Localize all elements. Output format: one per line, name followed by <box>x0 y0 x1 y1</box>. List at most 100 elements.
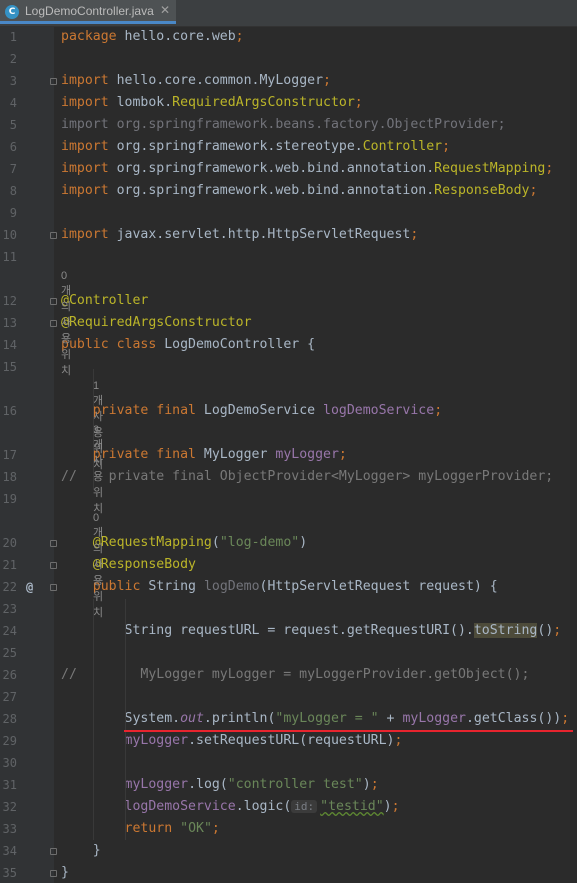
usage-hint[interactable]: 0개의 사용위치 <box>61 270 71 378</box>
fold-marker-icon[interactable] <box>50 232 57 239</box>
code-token: ; <box>561 711 570 726</box>
code-token: @ResponseBody <box>92 557 196 572</box>
code-line: package hello.core.web; <box>61 29 244 44</box>
code-token: ; <box>545 161 554 176</box>
code-token: RequiredArgsConstructor <box>172 95 355 110</box>
code-token: ; <box>211 821 220 836</box>
code-token: import <box>61 183 109 198</box>
code-line: private final MyLogger myLogger; <box>61 447 347 462</box>
line-number: 19 <box>2 492 17 506</box>
code-token: ; <box>354 95 363 110</box>
override-marker-icon[interactable]: @ <box>26 580 33 594</box>
code-token: String requestURL = request.getRequestUR… <box>61 623 474 638</box>
code-token: ; <box>391 799 400 814</box>
line-number: 8 <box>9 184 17 198</box>
line-number: 1 <box>9 30 17 44</box>
fold-marker-icon[interactable] <box>50 848 57 855</box>
code-line: import org.springframework.beans.factory… <box>61 117 506 132</box>
line-number: 10 <box>2 228 17 242</box>
code-token: import <box>61 73 109 88</box>
code-token: myLogger <box>124 733 189 748</box>
line-number: 17 <box>2 448 17 462</box>
code-token: + <box>378 711 403 726</box>
fold-marker-icon[interactable] <box>50 870 57 877</box>
line-number: 14 <box>2 338 17 352</box>
line-number: 33 <box>2 822 17 836</box>
code-token: "log-demo" <box>219 535 300 550</box>
code-token: hello.core.common.MyLogger <box>108 73 324 88</box>
code-line: import org.springframework.web.bind.anno… <box>61 183 537 198</box>
line-number: 3 <box>9 74 17 88</box>
code-token: public class <box>61 337 157 352</box>
code-line: import org.springframework.web.bind.anno… <box>61 161 553 176</box>
code-token: "myLogger = " <box>275 711 379 726</box>
fold-marker-icon[interactable] <box>50 562 57 569</box>
code-token: ResponseBody <box>434 183 530 198</box>
code-token: () <box>537 623 554 638</box>
code-line: @ResponseBody <box>61 557 196 572</box>
code-line: } <box>61 865 69 880</box>
tab-logdemocontroller[interactable]: C LogDemoController.java ✕ <box>0 0 176 24</box>
line-number: 32 <box>2 800 17 814</box>
code-token: .logic( <box>235 799 292 814</box>
line-number: 5 <box>9 118 17 132</box>
code-token: ; <box>338 447 347 462</box>
code-token: RequestMapping <box>434 161 546 176</box>
code-token: MyLogger <box>195 447 276 462</box>
usage-hint[interactable]: 0개의 사용위치 <box>93 512 103 620</box>
indent-guide <box>125 599 126 840</box>
code-token: @RequiredArgsConstructor <box>61 315 252 330</box>
code-token: package <box>61 29 117 44</box>
indent-guide <box>93 369 94 490</box>
fold-marker-icon[interactable] <box>50 320 57 327</box>
code-token: import <box>61 227 109 242</box>
code-token: // MyLogger myLogger = myLoggerProvider.… <box>61 667 530 682</box>
line-number: 4 <box>9 96 17 110</box>
code-token: javax.servlet.http.HttpServletRequest <box>108 227 411 242</box>
line-number: 6 <box>9 140 17 154</box>
line-number: 34 <box>2 844 17 858</box>
code-token: "controller test" <box>227 777 363 792</box>
code-token: (HttpServletRequest request) { <box>259 579 498 594</box>
code-line: String requestURL = request.getRequestUR… <box>61 623 561 638</box>
code-token: "testid" <box>320 799 384 814</box>
code-token: ; <box>553 623 562 638</box>
code-token: @RequestMapping <box>92 535 212 550</box>
editor-tab-bar: C LogDemoController.java ✕ <box>0 0 577 27</box>
code-token: System. <box>61 711 181 726</box>
line-number: 15 <box>2 360 17 374</box>
line-number: 23 <box>2 602 17 616</box>
code-token: logDemo <box>203 579 260 594</box>
code-token: "OK" <box>180 821 212 836</box>
code-token: .setRequestURL(requestURL) <box>188 733 395 748</box>
line-number: 31 <box>2 778 17 792</box>
tab-label: LogDemoController.java <box>25 4 154 18</box>
code-line: } <box>61 843 101 858</box>
code-line: // private final ObjectProvider<MyLogger… <box>61 469 553 484</box>
code-token: myLogger <box>275 447 339 462</box>
line-number: 28 <box>2 712 17 726</box>
line-number: 30 <box>2 756 17 770</box>
code-token: ) <box>362 777 371 792</box>
code-token: ) <box>299 535 308 550</box>
fold-marker-icon[interactable] <box>50 78 57 85</box>
fold-marker-icon[interactable] <box>50 584 57 591</box>
code-token: org.springframework.web.bind.annotation. <box>108 183 435 198</box>
line-number: 21 <box>2 558 17 572</box>
line-number: 13 <box>2 316 17 330</box>
code-line: import hello.core.common.MyLogger; <box>61 73 331 88</box>
fold-marker-icon[interactable] <box>50 298 57 305</box>
code-token: import <box>61 95 109 110</box>
code-token: ; <box>394 733 403 748</box>
code-token: import org.springframework.beans.factory… <box>61 117 506 132</box>
usage-hint[interactable]: 3개 사용 위치 <box>93 424 103 516</box>
code-token: String <box>140 579 204 594</box>
code-token: .log( <box>188 777 228 792</box>
close-icon[interactable]: ✕ <box>160 3 170 17</box>
code-line: return "OK"; <box>61 821 220 836</box>
fold-marker-icon[interactable] <box>50 540 57 547</box>
code-token: private final <box>92 447 196 462</box>
